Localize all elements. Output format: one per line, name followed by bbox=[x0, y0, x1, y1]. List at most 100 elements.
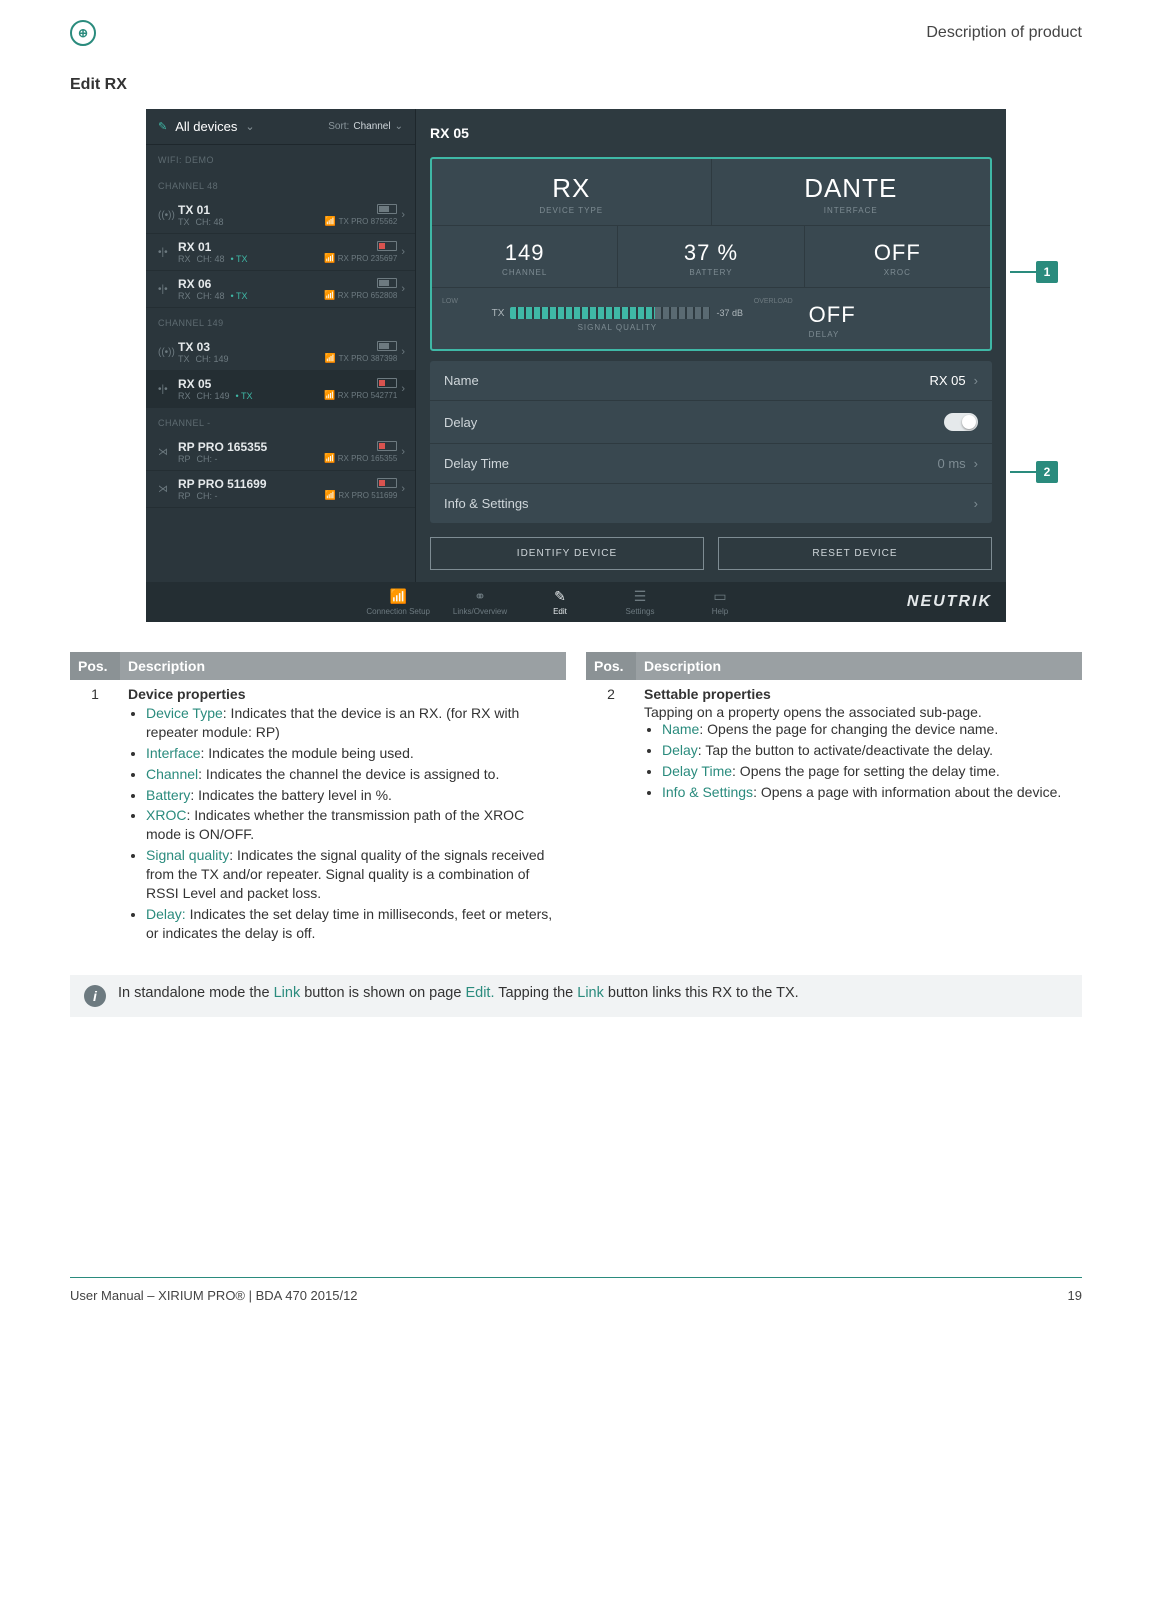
wifi-ssid: 📶 RX PRO 511699 bbox=[325, 490, 398, 501]
device-name: RP PRO 511699 bbox=[178, 477, 325, 491]
desc-intro: Tapping on a property opens the associat… bbox=[644, 704, 1074, 720]
desc-title: Settable properties bbox=[644, 686, 1074, 702]
sliders-icon: ☰ bbox=[634, 588, 647, 605]
wifi-ssid: 📶 RX PRO 542771 bbox=[324, 390, 397, 401]
tx-icon: ((•)) bbox=[158, 210, 178, 221]
sidebar: ✎ All devices ⌄ Sort: Channel ⌄ WIFI: DE… bbox=[146, 109, 416, 582]
desc-title: Device properties bbox=[128, 686, 558, 702]
delay-time-row[interactable]: Delay Time 0 ms› bbox=[430, 444, 992, 484]
book-icon: ▭ bbox=[713, 588, 726, 605]
info-settings-row[interactable]: Info & Settings › bbox=[430, 484, 992, 523]
chevron-down-icon: ⌄ bbox=[395, 121, 403, 132]
device-item[interactable]: ((•)) TX 01 TXCH: 48 📶 TX PRO 875562 › bbox=[146, 197, 415, 234]
battery-icon bbox=[377, 378, 397, 388]
app-screenshot: ✎ All devices ⌄ Sort: Channel ⌄ WIFI: DE… bbox=[146, 109, 1006, 622]
pos-cell: 1 bbox=[70, 680, 120, 951]
nav-edit[interactable]: ✎Edit bbox=[530, 588, 590, 616]
signal-tx-label: TX bbox=[492, 308, 505, 319]
device-name: RX 01 bbox=[178, 240, 324, 254]
wifi-ssid: 📶 RX PRO 235697 bbox=[324, 253, 397, 264]
device-name: RP PRO 165355 bbox=[178, 440, 324, 454]
panel-title: RX 05 bbox=[430, 121, 992, 147]
device-name: TX 01 bbox=[178, 203, 325, 217]
wifi-ssid: 📶 TX PRO 387398 bbox=[325, 353, 397, 364]
nav-help[interactable]: ▭Help bbox=[690, 588, 750, 616]
rx-icon: •|• bbox=[158, 284, 178, 295]
description-table-1: Pos. Description 1 Device properties Dev… bbox=[70, 652, 566, 951]
device-properties-card: RX DEVICE TYPE DANTE INTERFACE 149 bbox=[430, 157, 992, 351]
interface-label: INTERFACE bbox=[718, 206, 985, 215]
brand-label: NEUTRIK bbox=[907, 593, 992, 611]
signal-bar-icon bbox=[510, 307, 710, 319]
rx-icon: •|• bbox=[158, 384, 178, 395]
device-item[interactable]: ((•)) TX 03 TXCH: 149 📶 TX PRO 387398 › bbox=[146, 334, 415, 371]
delay-label: DELAY bbox=[809, 330, 984, 339]
col-pos-header: Pos. bbox=[70, 652, 120, 680]
callout-1: 1 bbox=[1036, 261, 1058, 283]
nav-links[interactable]: ⚭Links/Overview bbox=[450, 588, 510, 616]
interface-value: DANTE bbox=[718, 173, 985, 204]
wifi-icon: 📶 bbox=[389, 588, 406, 605]
chevron-right-icon: › bbox=[401, 283, 405, 295]
nav-settings[interactable]: ☰Settings bbox=[610, 588, 670, 616]
rp-icon: ⋊ bbox=[158, 447, 178, 458]
xroc-value: OFF bbox=[811, 240, 984, 266]
chevron-right-icon: › bbox=[401, 346, 405, 358]
name-row[interactable]: Name RX 05› bbox=[430, 361, 992, 401]
device-item[interactable]: ⋊ RP PRO 165355 RPCH: - 📶 RX PRO 165355 … bbox=[146, 434, 415, 471]
rx-icon: •|• bbox=[158, 247, 178, 258]
reset-device-button[interactable]: RESET DEVICE bbox=[718, 537, 992, 570]
channel-group-label: CHANNEL 48 bbox=[146, 171, 415, 197]
signal-quality-label: SIGNAL QUALITY bbox=[442, 323, 793, 332]
wifi-ssid: 📶 RX PRO 652808 bbox=[324, 290, 397, 301]
page-number: 19 bbox=[1068, 1288, 1082, 1303]
header-section: Description of product bbox=[926, 24, 1082, 42]
wifi-ssid: 📶 RX PRO 165355 bbox=[324, 453, 397, 464]
delay-row[interactable]: Delay bbox=[430, 401, 992, 444]
links-icon: ⚭ bbox=[474, 588, 486, 605]
xroc-label: XROC bbox=[811, 268, 984, 277]
col-desc-header: Description bbox=[120, 652, 566, 680]
device-item[interactable]: •|• RX 06 RXCH: 48• TX 📶 RX PRO 652808 › bbox=[146, 271, 415, 308]
chevron-right-icon: › bbox=[974, 496, 978, 511]
brand-logo-icon: ⊕ bbox=[70, 20, 96, 46]
sort-label: Sort: bbox=[328, 121, 349, 132]
col-pos-header: Pos. bbox=[586, 652, 636, 680]
wifi-ssid: 📶 TX PRO 875562 bbox=[325, 216, 397, 227]
nav-connection[interactable]: 📶Connection Setup bbox=[366, 588, 430, 616]
main-panel: RX 05 RX DEVICE TYPE DANTE INTERFACE bbox=[416, 109, 1006, 582]
rp-icon: ⋊ bbox=[158, 484, 178, 495]
desc-list: Device Type: Indicates that the device i… bbox=[128, 704, 558, 943]
battery-icon bbox=[377, 278, 397, 288]
pencil-icon: ✎ bbox=[554, 588, 566, 605]
info-note: i In standalone mode the Link button is … bbox=[70, 975, 1082, 1017]
device-item-selected[interactable]: •|• RX 05 RXCH: 149• TX 📶 RX PRO 542771 … bbox=[146, 371, 415, 408]
device-name: TX 03 bbox=[178, 340, 325, 354]
delay-toggle[interactable] bbox=[944, 413, 978, 431]
chevron-right-icon: › bbox=[974, 373, 978, 388]
battery-icon bbox=[377, 441, 397, 451]
settable-properties-card: Name RX 05› Delay Delay Time 0 ms› In bbox=[430, 361, 992, 523]
pos-cell: 2 bbox=[586, 680, 636, 810]
channel-value: 149 bbox=[438, 240, 611, 266]
edit-icon: ✎ bbox=[158, 120, 167, 133]
chevron-down-icon: ⌄ bbox=[245, 120, 254, 133]
chevron-right-icon: › bbox=[401, 209, 405, 221]
signal-db: -37 dB bbox=[716, 308, 743, 318]
device-filter[interactable]: All devices bbox=[175, 119, 237, 134]
identify-device-button[interactable]: IDENTIFY DEVICE bbox=[430, 537, 704, 570]
chevron-right-icon: › bbox=[401, 483, 405, 495]
tx-icon: ((•)) bbox=[158, 347, 178, 358]
device-item[interactable]: •|• RX 01 RXCH: 48• TX 📶 RX PRO 235697 › bbox=[146, 234, 415, 271]
battery-icon bbox=[377, 241, 397, 251]
section-subtitle: Edit RX bbox=[70, 76, 1082, 94]
device-item[interactable]: ⋊ RP PRO 511699 RPCH: - 📶 RX PRO 511699 … bbox=[146, 471, 415, 508]
delay-value: OFF bbox=[809, 302, 984, 328]
col-desc-header: Description bbox=[636, 652, 1082, 680]
sort-value[interactable]: Channel bbox=[353, 121, 390, 132]
device-name: RX 06 bbox=[178, 277, 324, 291]
battery-icon bbox=[377, 204, 397, 214]
callout-2: 2 bbox=[1036, 461, 1058, 483]
chevron-right-icon: › bbox=[401, 383, 405, 395]
footer-left: User Manual – XIRIUM PRO® | BDA 470 2015… bbox=[70, 1288, 358, 1303]
